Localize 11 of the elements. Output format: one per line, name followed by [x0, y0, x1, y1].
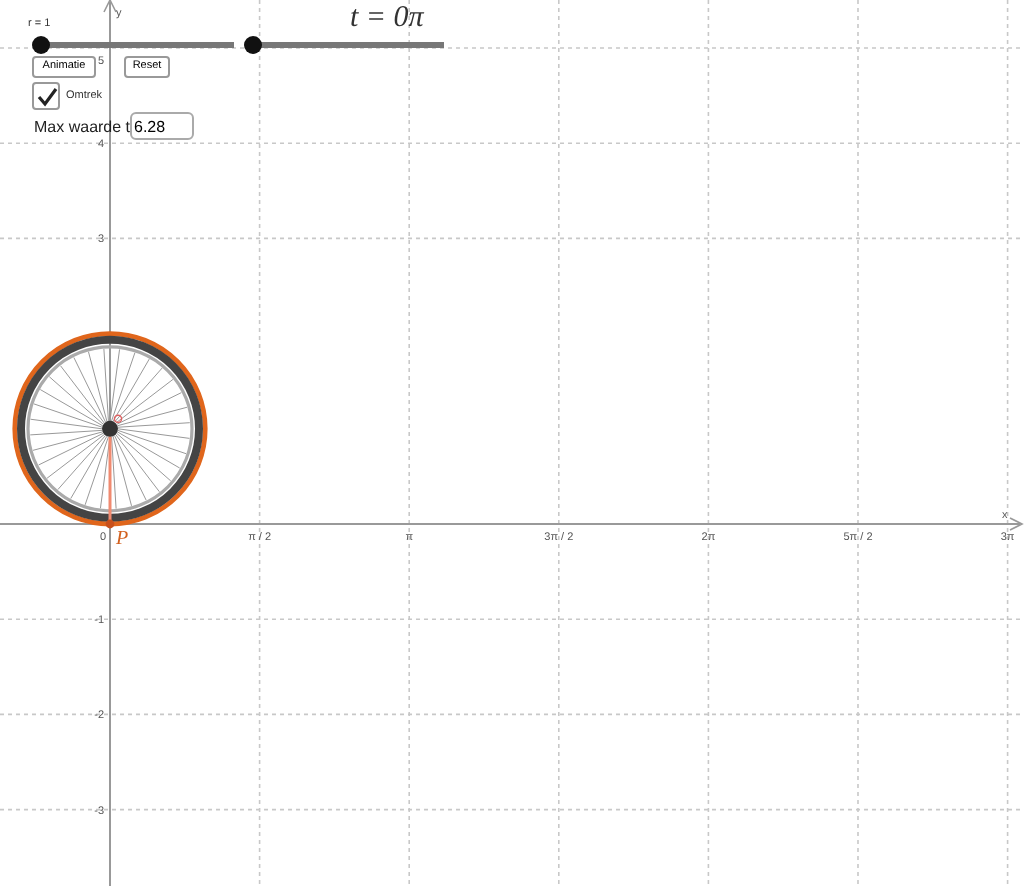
slider-thumb[interactable]	[244, 36, 262, 54]
formula-text: t = 0π	[350, 2, 424, 36]
r-slider[interactable]	[32, 36, 234, 54]
point-marker	[113, 414, 123, 424]
input-field[interactable]: 6.28	[130, 112, 194, 140]
slider-thumb[interactable]	[32, 36, 50, 54]
t-slider[interactable]	[244, 36, 444, 54]
point-label: P	[116, 528, 129, 550]
field-label: Max waarde t	[34, 118, 131, 136]
point-p[interactable]	[105, 519, 115, 529]
checkbox[interactable]	[32, 82, 60, 110]
